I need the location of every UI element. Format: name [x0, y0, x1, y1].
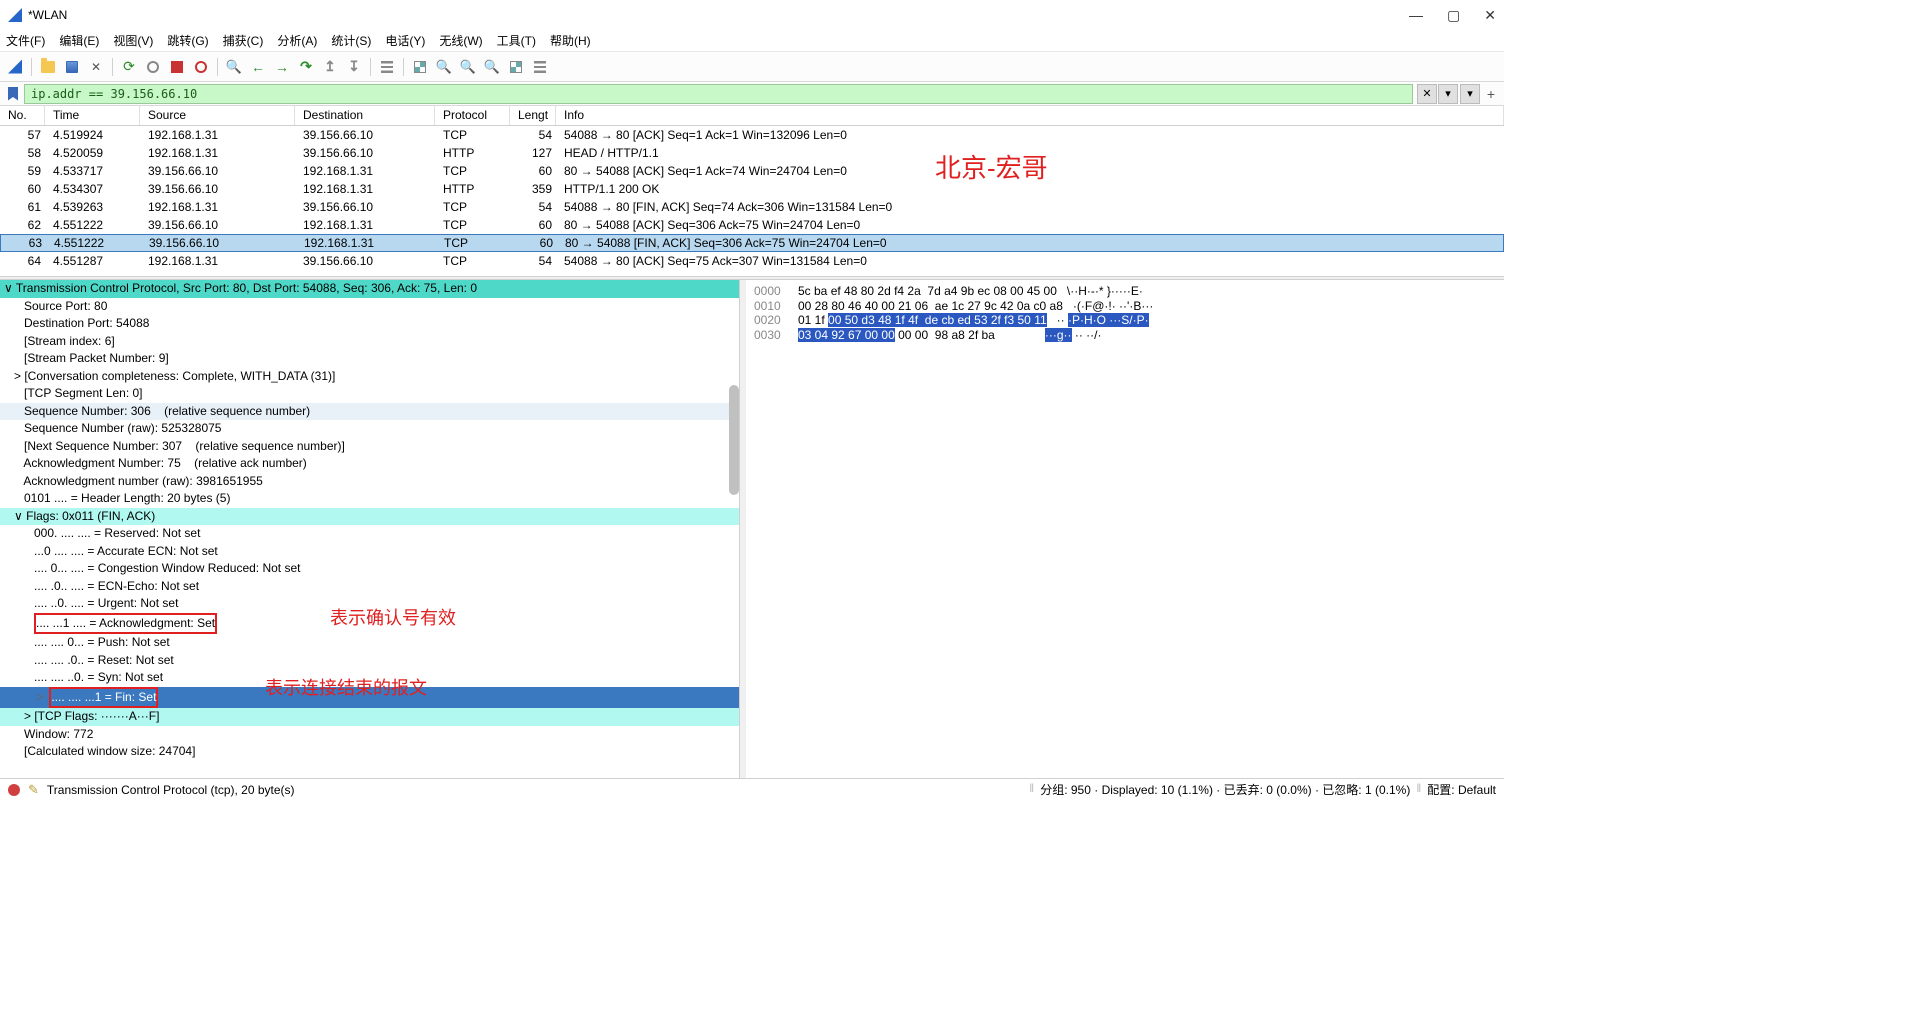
add-filter-icon[interactable]: +: [1482, 85, 1500, 103]
detail-line[interactable]: Acknowledgment Number: 75 (relative ack …: [0, 455, 739, 473]
detail-line[interactable]: Window: 772: [0, 726, 739, 744]
zoom-reset-icon[interactable]: 🔍: [481, 56, 503, 78]
detail-line[interactable]: Sequence Number: 306 (relative sequence …: [0, 403, 739, 421]
menu-item[interactable]: 跳转(G): [167, 32, 208, 49]
menu-item[interactable]: 工具(T): [497, 32, 536, 49]
packet-bytes[interactable]: 00005c ba ef 48 80 2d f4 2a 7d a4 9b ec …: [746, 280, 1504, 778]
menu-item[interactable]: 无线(W): [439, 32, 482, 49]
packet-row[interactable]: 604.53430739.156.66.10192.168.1.31HTTP35…: [0, 180, 1504, 198]
detail-line[interactable]: .... .0.. .... = ECN-Echo: Not set: [0, 578, 739, 596]
detail-line[interactable]: Destination Port: 54088: [0, 315, 739, 333]
scrollbar-thumb[interactable]: [729, 385, 739, 495]
packet-details[interactable]: ∨ Transmission Control Protocol, Src Por…: [0, 280, 740, 778]
expert-info-icon[interactable]: [8, 784, 20, 796]
main-toolbar: ✕ ⟳ 🔍 ← → ↷ ↥ ↧ 🔍 🔍 🔍: [0, 52, 1504, 82]
col-length[interactable]: Lengt: [510, 106, 556, 125]
close-button[interactable]: ✕: [1484, 7, 1496, 24]
jump-icon[interactable]: ↷: [295, 56, 317, 78]
packet-row[interactable]: 574.519924192.168.1.3139.156.66.10TCP545…: [0, 126, 1504, 144]
detail-line[interactable]: .... .... .0.. = Reset: Not set: [0, 652, 739, 670]
col-source[interactable]: Source: [140, 106, 295, 125]
status-profile[interactable]: 配置: Default: [1427, 781, 1496, 798]
start-capture-icon[interactable]: [142, 56, 164, 78]
detail-line[interactable]: .... 0... .... = Congestion Window Reduc…: [0, 560, 739, 578]
save-icon[interactable]: [61, 56, 83, 78]
detail-line[interactable]: 0101 .... = Header Length: 20 bytes (5): [0, 490, 739, 508]
filter-expression-icon[interactable]: ▾: [1460, 84, 1480, 104]
packet-row[interactable]: 594.53371739.156.66.10192.168.1.31TCP608…: [0, 162, 1504, 180]
menu-item[interactable]: 视图(V): [113, 32, 153, 49]
clear-filter-icon[interactable]: ✕: [1417, 84, 1437, 104]
stop-capture-icon[interactable]: [166, 56, 188, 78]
filter-toolbar: ✕ ▾ ▾ +: [0, 82, 1504, 106]
restart-capture-icon[interactable]: ⟳: [118, 56, 140, 78]
detail-line[interactable]: > [Conversation completeness: Complete, …: [0, 368, 739, 386]
menu-item[interactable]: 编辑(E): [59, 32, 99, 49]
capture-options-icon[interactable]: [190, 56, 212, 78]
display-filter-input[interactable]: [24, 84, 1413, 104]
menu-item[interactable]: 文件(F): [6, 32, 45, 49]
col-time[interactable]: Time: [45, 106, 140, 125]
detail-line[interactable]: Sequence Number (raw): 525328075: [0, 420, 739, 438]
layout-icon[interactable]: [529, 56, 551, 78]
annotation-fin: 表示连接结束的报文: [265, 680, 427, 698]
close-file-icon[interactable]: ✕: [85, 56, 107, 78]
detail-line[interactable]: .... .... 0... = Push: Not set: [0, 634, 739, 652]
menu-item[interactable]: 帮助(H): [550, 32, 591, 49]
detail-line[interactable]: [Calculated window size: 24704]: [0, 743, 739, 761]
zoom-out-icon[interactable]: 🔍: [457, 56, 479, 78]
app-icon-btn[interactable]: [4, 56, 26, 78]
autoscroll-icon[interactable]: [376, 56, 398, 78]
detail-line[interactable]: Acknowledgment number (raw): 3981651955: [0, 473, 739, 491]
packet-row[interactable]: 614.539263192.168.1.3139.156.66.10TCP545…: [0, 198, 1504, 216]
menu-item[interactable]: 分析(A): [277, 32, 317, 49]
status-bar: ✎ Transmission Control Protocol (tcp), 2…: [0, 778, 1504, 800]
packet-list-header: No. Time Source Destination Protocol Len…: [0, 106, 1504, 126]
zoom-in-icon[interactable]: 🔍: [433, 56, 455, 78]
col-info[interactable]: Info: [556, 106, 1504, 125]
detail-line[interactable]: [Next Sequence Number: 307 (relative seq…: [0, 438, 739, 456]
status-main: Transmission Control Protocol (tcp), 20 …: [47, 783, 295, 797]
detail-line[interactable]: 000. .... .... = Reserved: Not set: [0, 525, 739, 543]
app-icon: [8, 8, 22, 22]
prev-icon[interactable]: ←: [247, 56, 269, 78]
menu-item[interactable]: 统计(S): [331, 32, 371, 49]
status-packets: 分组: 950 · Displayed: 10 (1.1%) · 已丢弃: 0 …: [1040, 781, 1410, 798]
window-title: *WLAN: [28, 8, 67, 22]
colorize-icon[interactable]: [409, 56, 431, 78]
expert-mode-icon[interactable]: ✎: [28, 782, 39, 798]
resize-columns-icon[interactable]: [505, 56, 527, 78]
minimize-button[interactable]: —: [1409, 7, 1423, 24]
menu-item[interactable]: 电话(Y): [385, 32, 425, 49]
packet-row[interactable]: 584.520059192.168.1.3139.156.66.10HTTP12…: [0, 144, 1504, 162]
goto-first-icon[interactable]: ↥: [319, 56, 341, 78]
next-icon[interactable]: →: [271, 56, 293, 78]
detail-line[interactable]: > [TCP Flags: ·······A···F]: [0, 708, 739, 726]
goto-last-icon[interactable]: ↧: [343, 56, 365, 78]
packet-row[interactable]: 634.55122239.156.66.10192.168.1.31TCP608…: [0, 234, 1504, 252]
detail-line[interactable]: ∨ Flags: 0x011 (FIN, ACK): [0, 508, 739, 526]
packet-row[interactable]: 624.55122239.156.66.10192.168.1.31TCP608…: [0, 216, 1504, 234]
detail-line[interactable]: Source Port: 80: [0, 298, 739, 316]
packet-list[interactable]: 北京-宏哥 574.519924192.168.1.3139.156.66.10…: [0, 126, 1504, 276]
title-bar: *WLAN — ▢ ✕: [0, 0, 1504, 30]
maximize-button[interactable]: ▢: [1447, 7, 1460, 24]
watermark-annotation: 北京-宏哥: [935, 148, 1048, 185]
filter-history-icon[interactable]: ▾: [1438, 84, 1458, 104]
menu-item[interactable]: 捕获(C): [223, 32, 264, 49]
detail-line[interactable]: ∨ Transmission Control Protocol, Src Por…: [0, 280, 739, 298]
open-icon[interactable]: [37, 56, 59, 78]
annotation-ack: 表示确认号有效: [330, 610, 456, 628]
find-icon[interactable]: 🔍: [223, 56, 245, 78]
detail-line[interactable]: [Stream index: 6]: [0, 333, 739, 351]
packet-row[interactable]: 644.551287192.168.1.3139.156.66.10TCP545…: [0, 252, 1504, 270]
col-destination[interactable]: Destination: [295, 106, 435, 125]
bookmark-icon[interactable]: [4, 85, 22, 103]
detail-line[interactable]: [TCP Segment Len: 0]: [0, 385, 739, 403]
menu-bar: 文件(F) 编辑(E) 视图(V) 跳转(G) 捕获(C) 分析(A) 统计(S) 电话(Y)…: [0, 30, 1504, 52]
detail-line[interactable]: [Stream Packet Number: 9]: [0, 350, 739, 368]
detail-line[interactable]: ...0 .... .... = Accurate ECN: Not set: [0, 543, 739, 561]
col-no[interactable]: No.: [0, 106, 45, 125]
col-protocol[interactable]: Protocol: [435, 106, 510, 125]
